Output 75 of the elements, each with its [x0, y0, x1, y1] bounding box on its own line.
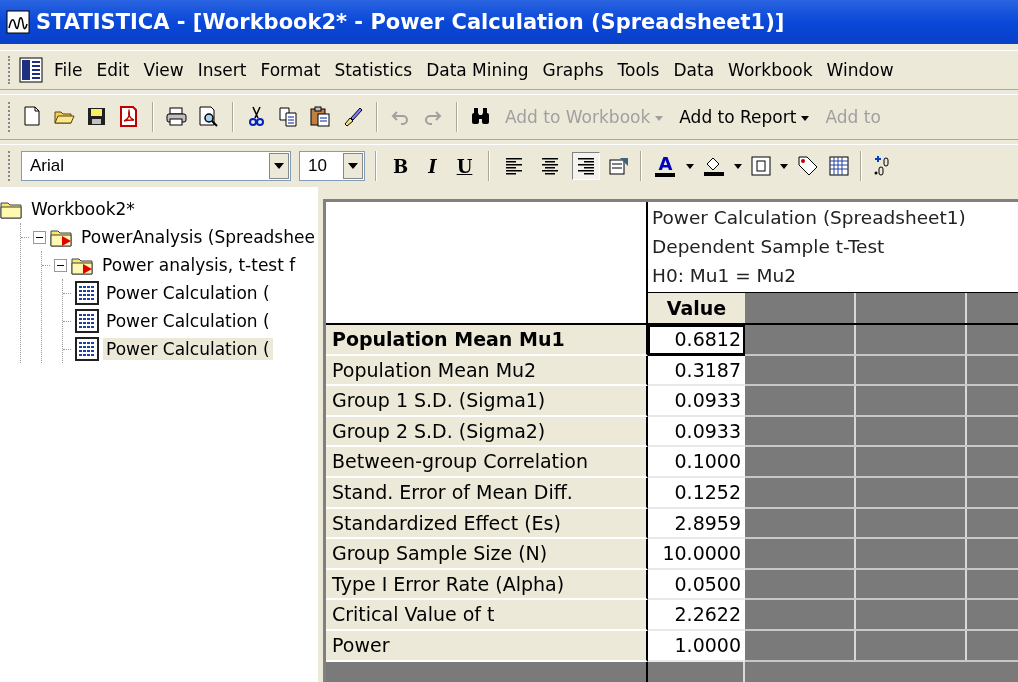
- spreadsheet-icon: [75, 281, 99, 305]
- table-cell: 0.0500: [648, 569, 745, 601]
- row-header[interactable]: Standardized Effect (Es): [326, 508, 648, 540]
- document-icon[interactable]: [19, 57, 43, 83]
- caret-icon: [348, 163, 358, 169]
- row-header[interactable]: Power: [326, 630, 648, 662]
- table-cell: 10.0000: [648, 539, 745, 570]
- tree-item[interactable]: PowerAnalysis (Spreadshee: [78, 226, 318, 248]
- menu-item[interactable]: Statistics: [327, 58, 420, 82]
- sheet-header-text: H0: Mu1 = Mu2: [651, 264, 797, 288]
- spreadsheet-icon: [75, 337, 99, 361]
- table-cell: 0.1000: [648, 447, 745, 478]
- tree-item[interactable]: Power analysis, t-test f: [99, 254, 299, 276]
- caret-icon[interactable]: [686, 163, 695, 169]
- row-header[interactable]: Between-group Correlation: [326, 447, 648, 478]
- dropdown-button[interactable]: [269, 153, 289, 179]
- table-cell: 0.0933: [648, 386, 745, 417]
- sheet-header-text: Dependent Sample t-Test: [651, 235, 886, 259]
- font-field[interactable]: Arial: [21, 151, 291, 181]
- menu-item[interactable]: Graphs: [535, 58, 611, 82]
- row-header[interactable]: Population Mean Mu1: [326, 325, 648, 356]
- row-header[interactable]: Stand. Error of Mean Diff.: [326, 477, 648, 509]
- caret-icon[interactable]: [734, 163, 743, 169]
- paste-clipboard-icon[interactable]: [309, 105, 333, 129]
- font-size-field[interactable]: 10: [299, 151, 365, 181]
- font-color-button[interactable]: A: [652, 155, 679, 177]
- cell-properties-icon[interactable]: [608, 155, 631, 177]
- table-cell: 0.6812: [648, 325, 745, 356]
- tree-item[interactable]: Power Calculation (: [103, 338, 273, 360]
- row-header[interactable]: Type I Error Rate (Alpha): [326, 569, 648, 601]
- menu-item[interactable]: Edit: [89, 58, 137, 82]
- row-header[interactable]: Group 2 S.D. (Sigma2): [326, 416, 648, 448]
- grid-icon[interactable]: [828, 155, 851, 177]
- menu-item[interactable]: Tools: [610, 58, 667, 82]
- italic-button[interactable]: I: [422, 155, 443, 177]
- window-title: STATISTICA - [Workbook2* - Power Calculation (Spreadsheet1)]: [36, 10, 785, 34]
- collapse-icon[interactable]: [54, 258, 67, 272]
- caret-icon: [801, 115, 810, 121]
- align-button[interactable]: [572, 152, 601, 180]
- tree-item[interactable]: Power Calculation (: [103, 282, 273, 304]
- app-logo-icon: [6, 10, 30, 34]
- table-cell: 1.0000: [648, 630, 745, 662]
- bold-button[interactable]: B: [387, 155, 415, 177]
- row-header[interactable]: Group Sample Size (N): [326, 539, 648, 570]
- table-cell: 2.2622: [648, 600, 745, 631]
- menu-item[interactable]: Format: [253, 58, 328, 82]
- row-header[interactable]: Population Mean Mu2: [326, 355, 648, 387]
- row-header[interactable]: Group 1 S.D. (Sigma1): [326, 386, 648, 417]
- menu-item[interactable]: View: [136, 58, 191, 82]
- menu-item[interactable]: Data Mining: [419, 58, 536, 82]
- menu-item[interactable]: File: [47, 58, 90, 82]
- caret-icon: [274, 163, 284, 169]
- caret-icon: [655, 115, 664, 121]
- underline-button[interactable]: U: [450, 155, 479, 177]
- dropdown-button[interactable]: [343, 153, 363, 179]
- tree-item[interactable]: Power Calculation (: [103, 310, 273, 332]
- column-header[interactable]: Value: [648, 293, 745, 323]
- toolbar-button[interactable]: Add to Report: [675, 105, 814, 129]
- decimal-places-icon[interactable]: [872, 155, 891, 177]
- caret-icon[interactable]: [780, 163, 789, 169]
- table-cell: 0.0933: [648, 416, 745, 448]
- menu-item[interactable]: Insert: [190, 58, 254, 82]
- table-cell: 0.1252: [648, 477, 745, 509]
- printer-icon[interactable]: [165, 105, 189, 129]
- row-header[interactable]: Critical Value of t: [326, 600, 648, 631]
- collapse-icon[interactable]: [33, 230, 46, 244]
- menu-item[interactable]: Data: [666, 58, 722, 82]
- menu-item[interactable]: Workbook: [721, 58, 820, 82]
- menu-item[interactable]: Window: [819, 58, 901, 82]
- border-icon[interactable]: [750, 155, 773, 177]
- table-cell: 2.8959: [648, 508, 745, 540]
- sheet-header-text: Power Calculation (Spreadsheet1): [651, 206, 967, 230]
- tree-item[interactable]: Workbook2*: [28, 198, 138, 220]
- table-cell: 0.3187: [648, 355, 745, 387]
- spreadsheet-icon: [75, 309, 99, 333]
